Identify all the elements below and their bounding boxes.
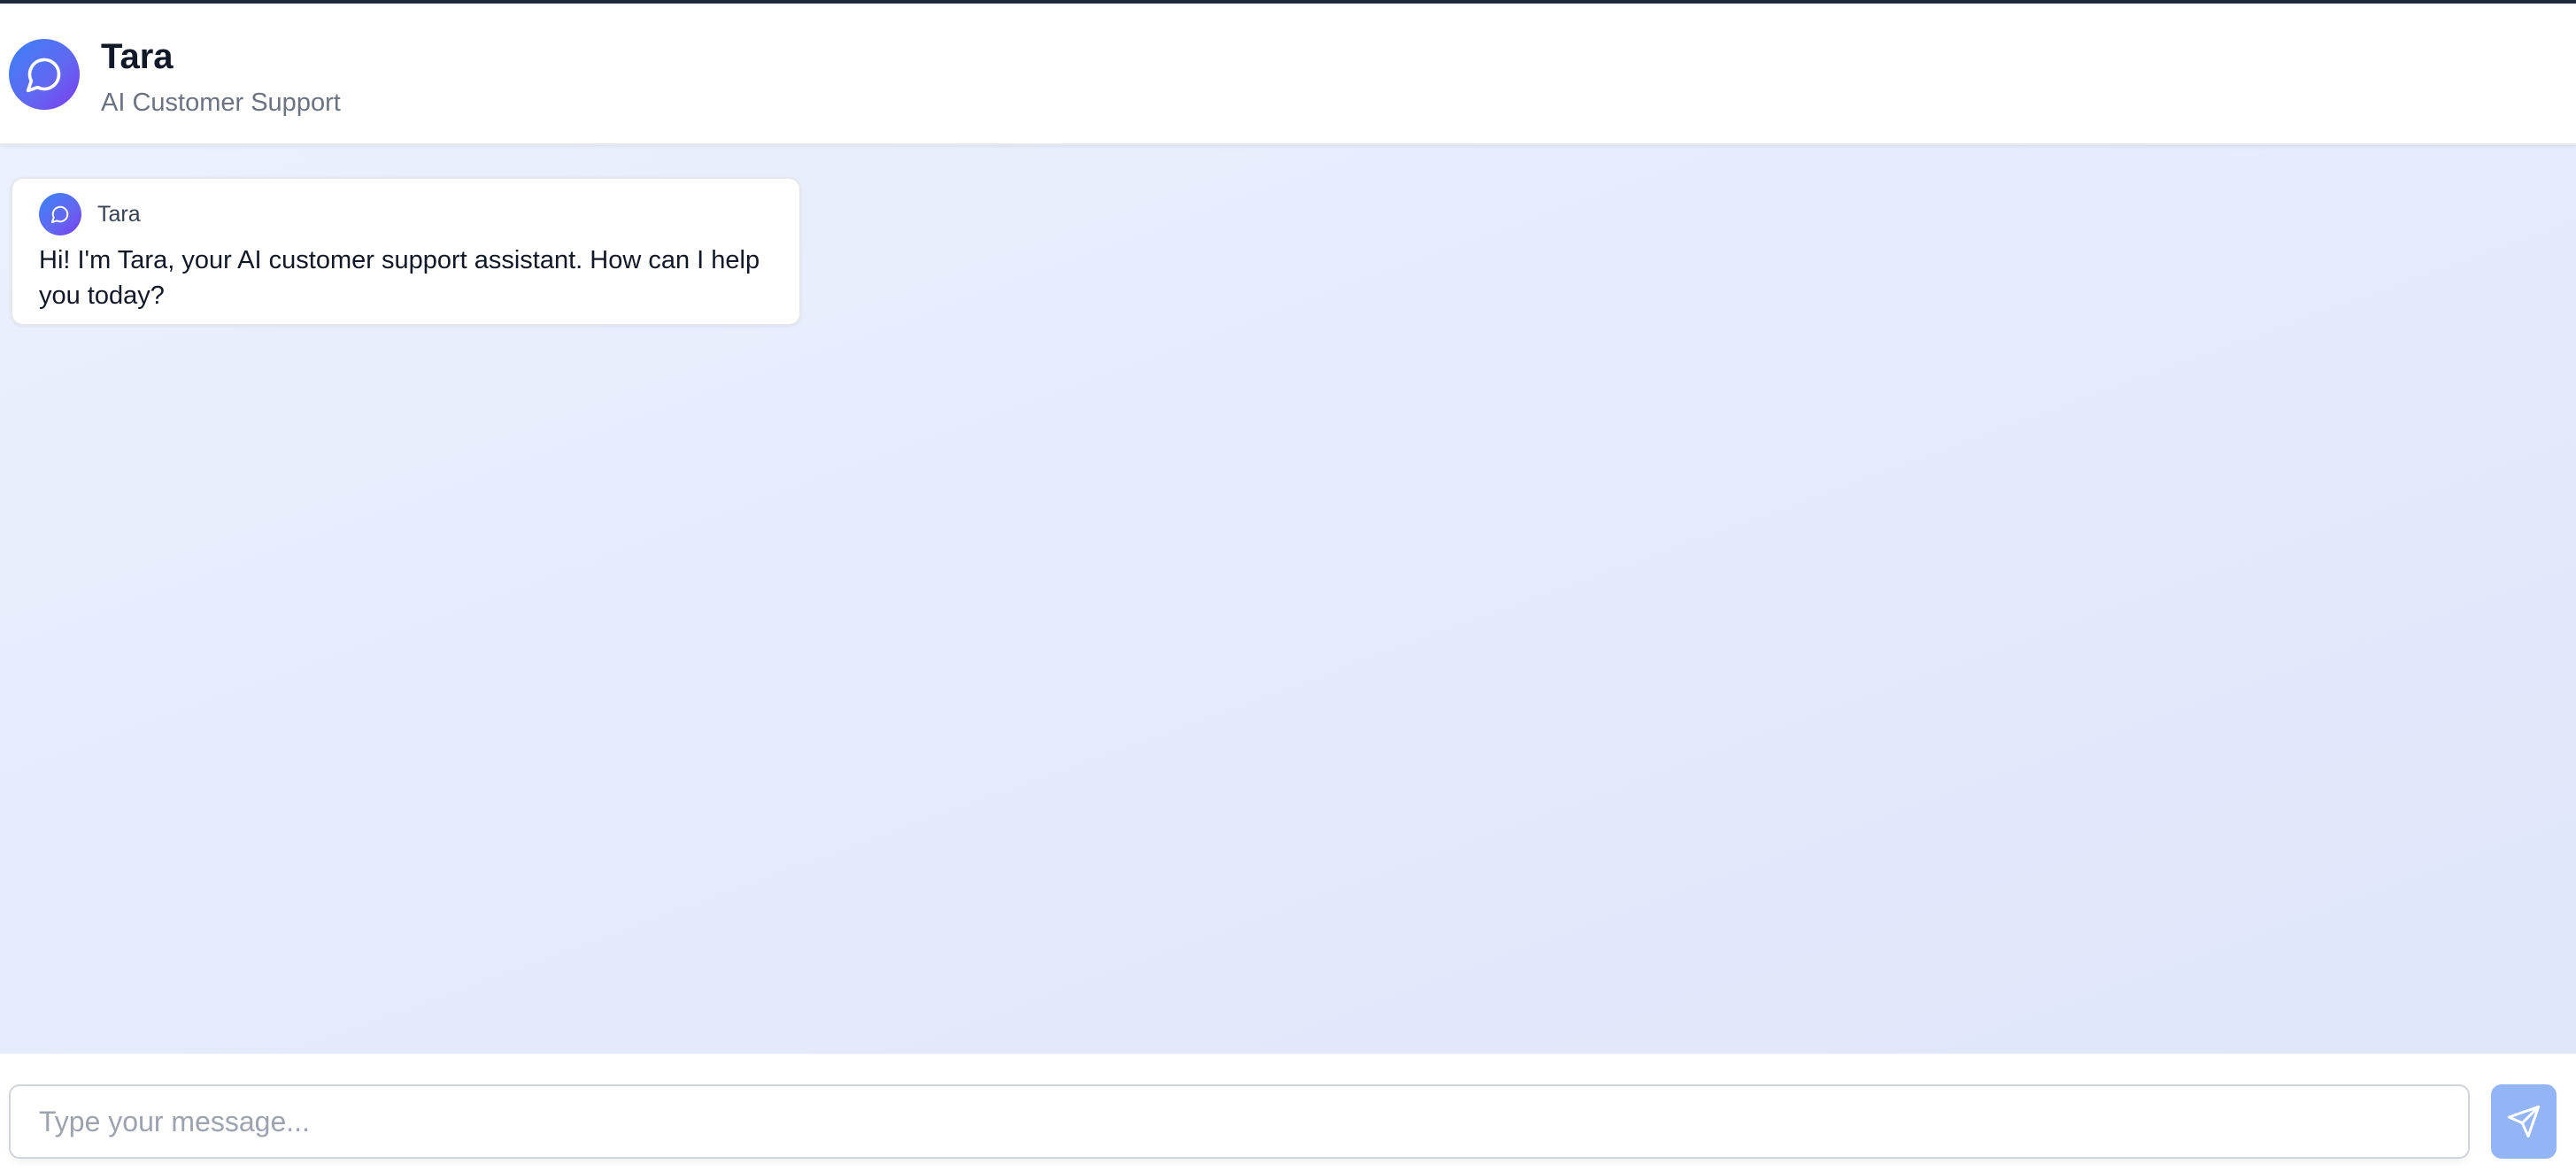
message-composer [0, 1053, 2576, 1172]
message-sender: Tara [97, 202, 141, 227]
message-text: Hi! I'm Tara, your AI customer support a… [39, 246, 760, 310]
chat-header: Tara AI Customer Support [0, 4, 2576, 145]
assistant-message: Tara Hi! I'm Tara, your AI customer supp… [11, 177, 801, 326]
chat-app: Tara AI Customer Support Tara Hi! I'm Ta… [0, 0, 2576, 1172]
assistant-name: Tara [101, 37, 174, 76]
assistant-role: AI Customer Support [101, 89, 341, 117]
send-button[interactable] [2491, 1084, 2557, 1159]
message-list[interactable]: Tara Hi! I'm Tara, your AI customer supp… [0, 145, 2576, 1053]
chat-bubble-icon [50, 205, 69, 224]
chat-bubble-icon [26, 58, 61, 93]
message-input[interactable] [9, 1084, 2470, 1159]
message-avatar [39, 193, 81, 235]
send-icon [2507, 1105, 2541, 1138]
assistant-avatar [9, 39, 80, 110]
